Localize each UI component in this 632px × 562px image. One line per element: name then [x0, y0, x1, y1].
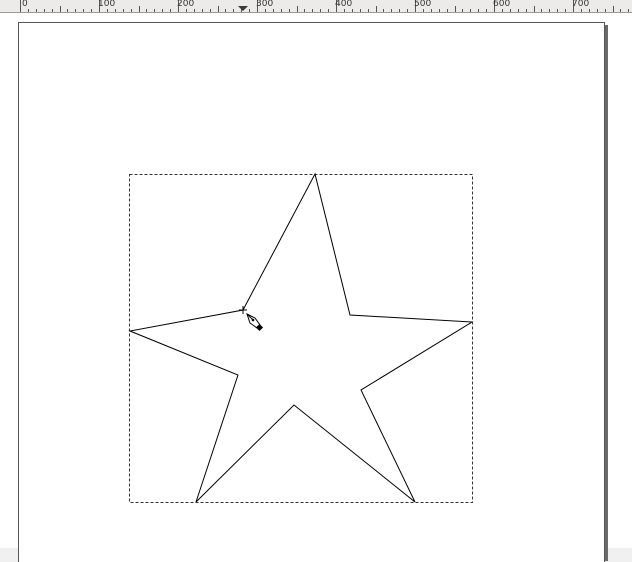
pen-cursor-icon	[246, 313, 264, 332]
selection-bounding-box[interactable]	[129, 174, 473, 503]
drawing-layer[interactable]	[0, 0, 632, 548]
star-shape[interactable]	[128, 172, 474, 503]
